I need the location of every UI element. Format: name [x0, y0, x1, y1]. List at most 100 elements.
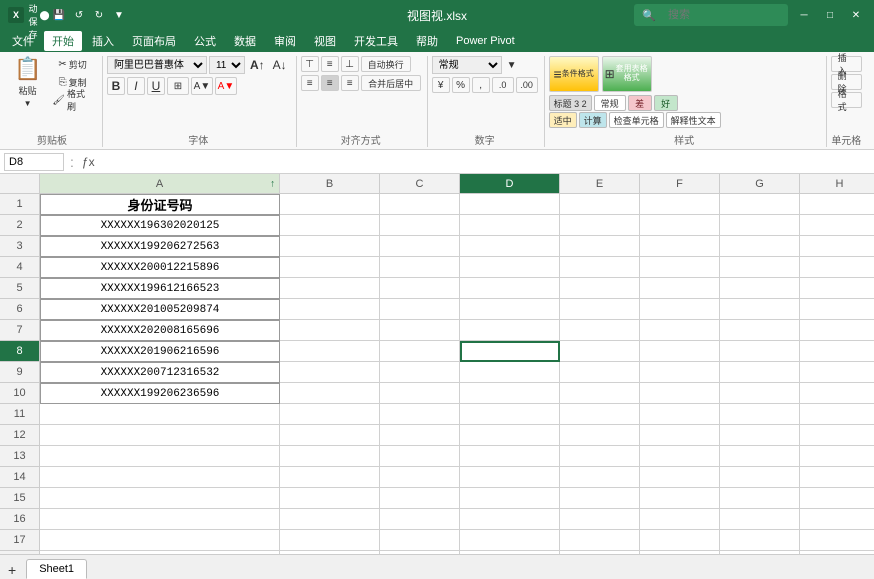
cell-e1[interactable]: [560, 194, 640, 215]
function-icon[interactable]: ƒx: [80, 155, 97, 169]
col-header-e[interactable]: E: [560, 174, 640, 194]
cell-c13[interactable]: [380, 446, 460, 467]
cell-h7[interactable]: [800, 320, 874, 341]
cell-a8[interactable]: XXXXXX201906216596: [40, 341, 280, 362]
cell-c5[interactable]: [380, 278, 460, 299]
cell-f8[interactable]: [640, 341, 720, 362]
row-header-10[interactable]: 10: [0, 383, 40, 404]
cell-c11[interactable]: [380, 404, 460, 425]
row-header-17[interactable]: 17: [0, 530, 40, 551]
add-sheet-button[interactable]: +: [4, 562, 20, 578]
conditional-format-button[interactable]: ≡ 条件格式: [549, 56, 599, 92]
cell-e3[interactable]: [560, 236, 640, 257]
cell-b13[interactable]: [280, 446, 380, 467]
cell-c7[interactable]: [380, 320, 460, 341]
cell-h2[interactable]: [800, 215, 874, 236]
cell-g10[interactable]: [720, 383, 800, 404]
cell-b9[interactable]: [280, 362, 380, 383]
more-tools-button[interactable]: ▼: [110, 6, 128, 24]
cell-f9[interactable]: [640, 362, 720, 383]
cell-c8[interactable]: [380, 341, 460, 362]
maximize-button[interactable]: □: [820, 5, 840, 25]
cell-f12[interactable]: [640, 425, 720, 446]
style-normal-button[interactable]: 常规: [594, 95, 626, 111]
cell-c9[interactable]: [380, 362, 460, 383]
row-header-12[interactable]: 12: [0, 425, 40, 446]
cell-a4[interactable]: XXXXXX200012215896: [40, 257, 280, 278]
menu-data[interactable]: 数据: [226, 31, 264, 51]
cell-g14[interactable]: [720, 467, 800, 488]
cell-b16[interactable]: [280, 509, 380, 530]
cell-g1[interactable]: [720, 194, 800, 215]
cell-e4[interactable]: [560, 257, 640, 278]
cell-f11[interactable]: [640, 404, 720, 425]
cell-c6[interactable]: [380, 299, 460, 320]
row-header-14[interactable]: 14: [0, 467, 40, 488]
style-title-button[interactable]: 标题 3 2: [549, 95, 592, 111]
cell-a2[interactable]: XXXXXX196302020125: [40, 215, 280, 236]
cell-h5[interactable]: [800, 278, 874, 299]
cell-f10[interactable]: [640, 383, 720, 404]
cell-b8[interactable]: [280, 341, 380, 362]
cell-c10[interactable]: [380, 383, 460, 404]
cell-f17[interactable]: [640, 530, 720, 551]
formula-input[interactable]: [101, 156, 870, 168]
row-header-5[interactable]: 5: [0, 278, 40, 299]
minimize-button[interactable]: ─: [794, 5, 814, 25]
redo-button[interactable]: ↻: [90, 6, 108, 24]
cell-c17[interactable]: [380, 530, 460, 551]
increase-font-button[interactable]: A↑: [247, 57, 268, 73]
cell-f6[interactable]: [640, 299, 720, 320]
cell-d6[interactable]: [460, 299, 560, 320]
row-header-8[interactable]: 8: [0, 341, 40, 362]
cell-h16[interactable]: [800, 509, 874, 530]
cell-d11[interactable]: [460, 404, 560, 425]
cell-a15[interactable]: [40, 488, 280, 509]
cell-d8[interactable]: [460, 341, 560, 362]
cell-d9[interactable]: [460, 362, 560, 383]
cell-b14[interactable]: [280, 467, 380, 488]
cell-g7[interactable]: [720, 320, 800, 341]
col-header-c[interactable]: C: [380, 174, 460, 194]
col-header-a[interactable]: A ↑: [40, 174, 280, 194]
cell-d12[interactable]: [460, 425, 560, 446]
cell-c14[interactable]: [380, 467, 460, 488]
col-header-g[interactable]: G: [720, 174, 800, 194]
format-cell-button[interactable]: 格式: [831, 92, 862, 108]
cell-b11[interactable]: [280, 404, 380, 425]
cell-e9[interactable]: [560, 362, 640, 383]
col-header-d[interactable]: D: [460, 174, 560, 194]
decimal-inc-button[interactable]: .0: [492, 77, 514, 93]
cell-a11[interactable]: [40, 404, 280, 425]
cell-g17[interactable]: [720, 530, 800, 551]
cell-h13[interactable]: [800, 446, 874, 467]
decrease-font-button[interactable]: A↓: [270, 57, 290, 73]
italic-button[interactable]: I: [127, 77, 145, 95]
cell-d17[interactable]: [460, 530, 560, 551]
underline-button[interactable]: U: [147, 77, 165, 95]
cell-b15[interactable]: [280, 488, 380, 509]
table-format-button[interactable]: ⊞ 套用表格格式: [602, 56, 652, 92]
cell-e2[interactable]: [560, 215, 640, 236]
align-center-button[interactable]: ≡: [321, 75, 339, 91]
cell-f1[interactable]: [640, 194, 720, 215]
menu-page-layout[interactable]: 页面布局: [124, 31, 184, 51]
menu-power-pivot[interactable]: Power Pivot: [448, 31, 523, 51]
cell-d14[interactable]: [460, 467, 560, 488]
cell-a5[interactable]: XXXXXX199612166523: [40, 278, 280, 299]
cell-h3[interactable]: [800, 236, 874, 257]
cell-h14[interactable]: [800, 467, 874, 488]
cell-c1[interactable]: [380, 194, 460, 215]
wrap-text-button[interactable]: 自动换行: [361, 56, 411, 72]
cell-b2[interactable]: [280, 215, 380, 236]
row-header-7[interactable]: 7: [0, 320, 40, 341]
cell-g5[interactable]: [720, 278, 800, 299]
fill-color-button[interactable]: A▼: [191, 77, 213, 95]
cell-e5[interactable]: [560, 278, 640, 299]
border-button[interactable]: ⊞: [167, 77, 189, 95]
row-header-16[interactable]: 16: [0, 509, 40, 530]
cell-d16[interactable]: [460, 509, 560, 530]
align-left-button[interactable]: ≡: [301, 75, 319, 91]
align-right-button[interactable]: ≡: [341, 75, 359, 91]
style-check-button[interactable]: 检查单元格: [609, 112, 664, 128]
